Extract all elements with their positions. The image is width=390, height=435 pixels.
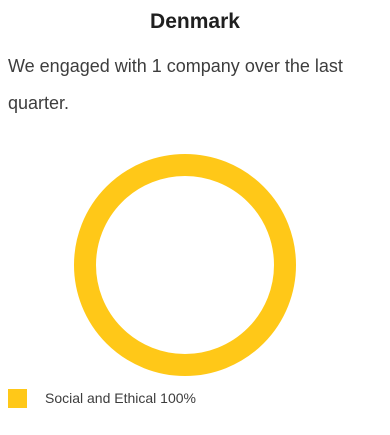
- donut-slice-social-and-ethical: [74, 154, 296, 376]
- donut-chart: [74, 154, 296, 376]
- description-text: We engaged with 1 company over the last …: [8, 56, 343, 113]
- page-title: Denmark: [150, 10, 240, 33]
- legend-swatch: [8, 388, 27, 408]
- page: Denmark We engaged with 1 company over t…: [0, 0, 390, 435]
- chart-legend: Social and Ethical 100%: [8, 388, 196, 408]
- legend-label: Social and Ethical 100%: [45, 390, 196, 406]
